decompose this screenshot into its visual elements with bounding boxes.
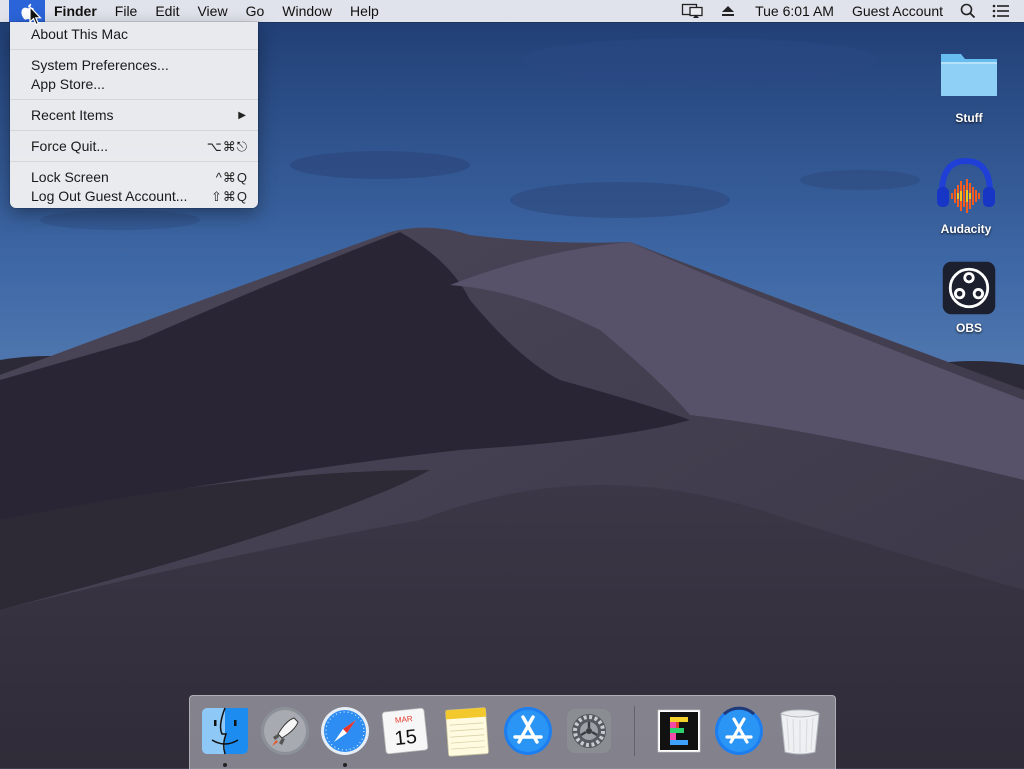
dock-app-calendar[interactable]: MAR 15 — [378, 704, 432, 758]
dock-app-app-store-download[interactable] — [712, 704, 766, 758]
notes-icon — [445, 707, 489, 757]
system-preferences-icon — [567, 709, 611, 753]
menu-item-force-quit[interactable]: Force Quit... ⌥⌘⎋ — [10, 137, 258, 156]
submenu-arrow-icon: ▶ — [238, 110, 246, 121]
menu-edit[interactable]: Edit — [146, 0, 188, 22]
finder-icon — [202, 707, 248, 755]
svg-text:15: 15 — [394, 726, 418, 750]
menu-help[interactable]: Help — [341, 0, 388, 22]
desktop-icon-stuff[interactable]: Stuff — [929, 44, 1009, 125]
menu-file[interactable]: File — [106, 0, 147, 22]
menu-item-system-preferences[interactable]: System Preferences... — [10, 56, 258, 75]
folder-icon — [941, 54, 997, 96]
dock-app-notes[interactable] — [440, 704, 494, 758]
dock-app-launchpad[interactable] — [258, 704, 312, 758]
shortcut-log-out: ⇧⌘Q — [210, 189, 248, 204]
trash-icon — [780, 709, 820, 755]
menu-item-recent-items[interactable]: Recent Items ▶ — [10, 106, 258, 125]
menu-separator — [10, 130, 258, 131]
menu-separator — [10, 99, 258, 100]
menu-window[interactable]: Window — [273, 0, 341, 22]
dock-app-app-store[interactable] — [501, 704, 555, 758]
menu-separator — [10, 49, 258, 50]
svg-text:MAR: MAR — [394, 714, 413, 725]
menu-bar: Finder File Edit View Go Window Help Tue… — [0, 0, 1024, 22]
running-indicator — [223, 763, 227, 767]
dock-app-finder[interactable] — [198, 704, 252, 758]
dock-app-trash[interactable] — [773, 704, 827, 758]
obs-icon — [942, 261, 996, 315]
menu-item-about-this-mac[interactable]: About This Mac — [10, 25, 258, 44]
shortcut-lock-screen: ^⌘Q — [215, 170, 248, 185]
menubar-user[interactable]: Guest Account — [843, 0, 952, 22]
shortcut-force-quit: ⌥⌘⎋ — [206, 139, 248, 154]
dock-app-editor[interactable] — [652, 704, 706, 758]
app-store-icon — [504, 707, 552, 755]
menu-finder[interactable]: Finder — [45, 0, 106, 22]
desktop-icon-label: Audacity — [940, 222, 992, 236]
menu-item-log-out[interactable]: Log Out Guest Account... ⇧⌘Q — [10, 187, 258, 206]
e-app-icon — [657, 709, 701, 753]
menubar-clock[interactable]: Tue 6:01 AM — [743, 0, 843, 22]
menu-go[interactable]: Go — [237, 0, 274, 22]
airplay-display-icon[interactable] — [673, 0, 713, 22]
menu-view[interactable]: View — [188, 0, 236, 22]
menu-item-lock-screen[interactable]: Lock Screen ^⌘Q — [10, 168, 258, 187]
app-store-download-icon — [715, 706, 763, 755]
menu-item-app-store[interactable]: App Store... — [10, 75, 258, 94]
dock-app-system-preferences[interactable] — [562, 704, 616, 758]
desktop-icon-label: Stuff — [955, 111, 983, 125]
audacity-icon — [937, 157, 995, 213]
spotlight-search-icon[interactable] — [952, 0, 984, 22]
launchpad-icon — [261, 707, 309, 755]
apple-menu-dropdown: About This Mac System Preferences... App… — [10, 22, 258, 208]
eject-icon[interactable] — [713, 0, 743, 22]
desktop-icon-audacity[interactable]: Audacity — [926, 155, 1006, 236]
desktop-icon-obs[interactable]: OBS — [929, 258, 1009, 335]
safari-icon — [321, 707, 369, 755]
dock: MAR 15 — [189, 695, 836, 769]
calendar-icon: MAR 15 — [381, 707, 429, 755]
desktop-icon-label: OBS — [955, 321, 982, 335]
mouse-cursor-icon — [29, 6, 42, 26]
dock-separator — [634, 706, 635, 756]
notification-center-icon[interactable] — [984, 0, 1024, 22]
dock-app-safari[interactable] — [318, 704, 372, 758]
menu-separator — [10, 161, 258, 162]
running-indicator — [343, 763, 347, 767]
